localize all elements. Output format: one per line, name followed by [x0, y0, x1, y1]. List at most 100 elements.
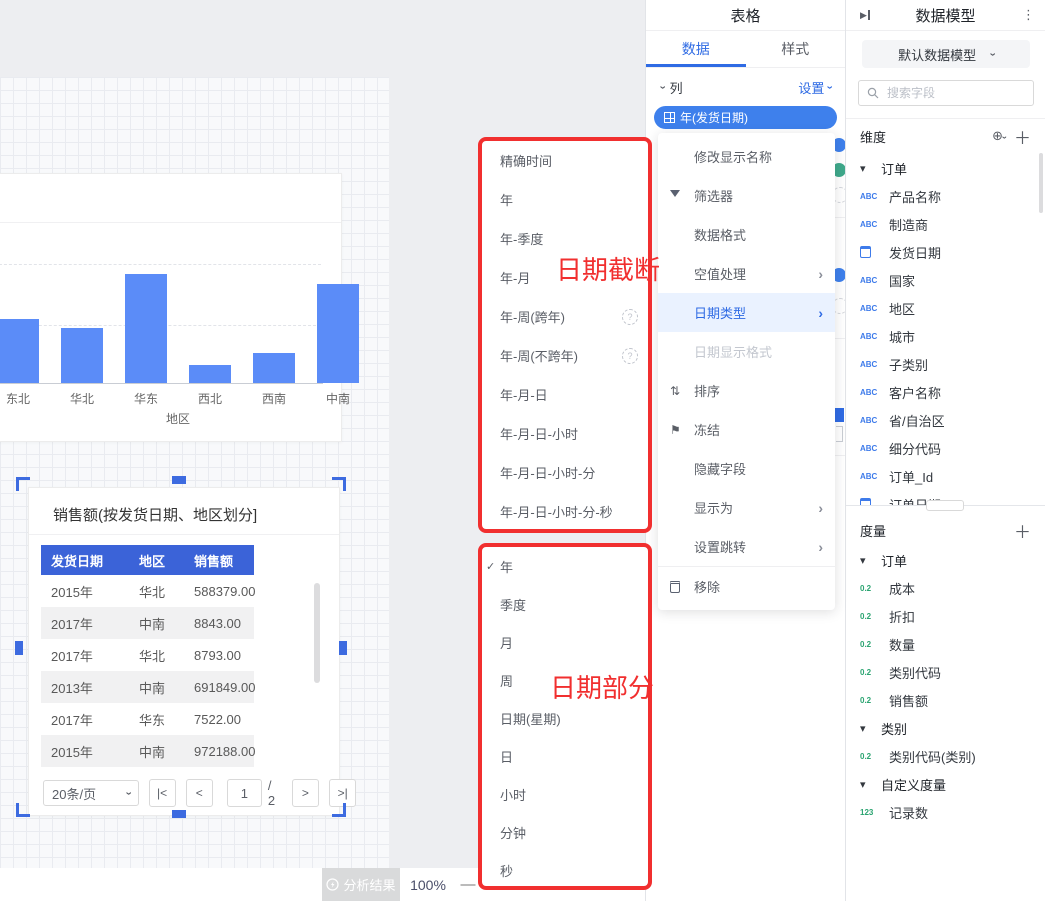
bar-华北[interactable] — [61, 328, 103, 383]
selection-handle-right[interactable] — [339, 641, 347, 655]
design-canvas[interactable]: 地区划分] 东北华北华东西北西南中南 地区 销售额(按发货日期、地区划分] 发货… — [0, 77, 389, 868]
bar-chart-widget[interactable]: 地区划分] 东北华北华东西北西南中南 地区 — [0, 173, 342, 442]
zoom-out-button[interactable]: — — [458, 868, 478, 901]
menu-item[interactable]: 隐藏字段 › — [658, 449, 835, 488]
globe-icon[interactable]: ⊕› — [992, 128, 1006, 144]
column-header[interactable]: 发货日期 — [41, 551, 129, 570]
table-widget[interactable]: 销售额(按发货日期、地区划分] 发货日期 地区 销售额 2015年 华北 588… — [28, 487, 340, 816]
measure-field[interactable]: 数量 — [846, 630, 1045, 658]
model-select[interactable]: 默认数据模型 › — [862, 40, 1030, 68]
dimension-field[interactable]: 客户名称 — [846, 378, 1045, 406]
menu-item[interactable]: 空值处理 › — [658, 254, 835, 293]
column-header[interactable]: 销售额 — [184, 551, 254, 570]
search-input[interactable] — [885, 85, 1009, 101]
dimension-field[interactable]: 订单_Id — [846, 462, 1045, 490]
measures-section-header: 度量 ＋ — [846, 518, 1045, 542]
menu-item[interactable]: 日期显示格式 › — [658, 332, 835, 371]
field-label: 城市 — [889, 327, 915, 346]
help-icon[interactable]: ? — [622, 348, 638, 364]
dimension-field[interactable]: 城市 — [846, 322, 1045, 350]
next-page-button[interactable]: > — [292, 779, 319, 807]
bar-西南[interactable] — [253, 353, 295, 383]
first-page-button[interactable]: |< — [149, 779, 176, 807]
help-icon[interactable]: ? — [622, 309, 638, 325]
measure-field[interactable]: 类别代码 — [846, 658, 1045, 686]
menu-item[interactable]: 修改显示名称 › — [658, 137, 835, 176]
column-header[interactable]: 地区 — [129, 551, 184, 570]
menu-item[interactable]: ✓ 月 — [482, 623, 648, 661]
chevron-down-icon[interactable]: › — [656, 85, 667, 89]
dimension-field[interactable]: 细分代码 — [846, 434, 1045, 462]
bar-中南[interactable] — [317, 284, 359, 383]
section-resize-handle[interactable] — [926, 500, 964, 511]
measure-field[interactable]: 自定义度量 — [846, 770, 1045, 798]
menu-item[interactable]: ✓ 季度 — [482, 585, 648, 623]
menu-item[interactable]: ✓ 年 — [482, 547, 648, 585]
menu-item[interactable]: 年-周(跨年) ? — [482, 297, 648, 336]
selection-handle-top[interactable] — [172, 476, 186, 484]
field-pill-year-shipdate[interactable]: 年(发货日期) — [654, 106, 837, 129]
menu-item[interactable]: 日期类型 › — [658, 293, 835, 332]
menu-item[interactable]: 排序 › — [658, 371, 835, 410]
table-row[interactable]: 2015年 中南 972188.00 — [41, 735, 254, 767]
measure-field[interactable]: 销售额 — [846, 686, 1045, 714]
menu-item[interactable]: 年-月-日-小时-分 ? — [482, 453, 648, 492]
table-row[interactable]: 2017年 华北 8793.00 — [41, 639, 254, 671]
table-row[interactable]: 2015年 华北 588379.00 — [41, 575, 254, 607]
tab-style[interactable]: 样式 — [746, 30, 846, 67]
selection-handle-left[interactable] — [15, 641, 23, 655]
field-search-box[interactable] — [858, 80, 1034, 106]
dimension-field[interactable]: 产品名称 — [846, 182, 1045, 210]
menu-item[interactable]: 年-月-日-小时-分-秒 ? — [482, 492, 648, 531]
measure-field[interactable]: 类别代码(类别) — [846, 742, 1045, 770]
dimension-field[interactable]: 制造商 — [846, 210, 1045, 238]
menu-item[interactable]: 年 ? — [482, 180, 648, 219]
table-row[interactable]: 2013年 中南 691849.00 — [41, 671, 254, 703]
tab-data[interactable]: 数据 — [646, 30, 746, 67]
analysis-result-button[interactable]: 分析结果 — [322, 868, 400, 901]
page-number-input[interactable]: 1 — [227, 779, 262, 807]
measure-field[interactable]: 成本 — [846, 574, 1045, 602]
field-pill-label: 年(发货日期) — [680, 109, 748, 126]
panel-scrollbar[interactable] — [1039, 153, 1043, 213]
menu-item[interactable]: ✓ 小时 — [482, 775, 648, 813]
dimension-field[interactable]: 订单 — [846, 154, 1045, 182]
menu-item[interactable]: 筛选器 › — [658, 176, 835, 215]
dimension-field[interactable]: 发货日期 — [846, 238, 1045, 266]
bar-西北[interactable] — [189, 365, 231, 383]
menu-item[interactable]: 年-月-日 ? — [482, 375, 648, 414]
bar-华东[interactable] — [125, 274, 167, 383]
prev-page-button[interactable]: < — [186, 779, 213, 807]
table-row[interactable]: 2017年 中南 8843.00 — [41, 607, 254, 639]
add-measure-button[interactable]: ＋ — [1014, 518, 1031, 543]
dimension-field[interactable]: 国家 — [846, 266, 1045, 294]
field-type-icon — [860, 220, 882, 229]
bar-东北[interactable] — [0, 319, 39, 383]
menu-item[interactable]: 移除 › — [658, 566, 835, 606]
table-row[interactable]: 2017年 华东 7522.00 — [41, 703, 254, 735]
measure-field[interactable]: 记录数 — [846, 798, 1045, 826]
menu-item[interactable]: 设置跳转 › — [658, 527, 835, 566]
table-scrollbar[interactable] — [314, 583, 320, 683]
last-page-button[interactable]: >| — [329, 779, 356, 807]
measure-field[interactable]: 订单 — [846, 546, 1045, 574]
settings-label: 设置 — [798, 78, 824, 97]
dimension-field[interactable]: 省/自治区 — [846, 406, 1045, 434]
menu-item[interactable]: ✓ 秒 — [482, 851, 648, 889]
measure-field[interactable]: 类别 — [846, 714, 1045, 742]
menu-item[interactable]: 冻结 › — [658, 410, 835, 449]
more-options-icon[interactable]: ⋮ — [1022, 7, 1035, 23]
column-settings-link[interactable]: 设置 › — [798, 78, 831, 97]
menu-item[interactable]: 数据格式 › — [658, 215, 835, 254]
menu-item[interactable]: ✓ 分钟 — [482, 813, 648, 851]
measure-field[interactable]: 折扣 — [846, 602, 1045, 630]
add-dimension-button[interactable]: ＋ — [1014, 124, 1031, 149]
dimension-field[interactable]: 地区 — [846, 294, 1045, 322]
menu-item[interactable]: 年-月-日-小时 ? — [482, 414, 648, 453]
menu-item[interactable]: 显示为 › — [658, 488, 835, 527]
menu-item[interactable]: 精确时间 ? — [482, 141, 648, 180]
dimension-field[interactable]: 子类别 — [846, 350, 1045, 378]
menu-item[interactable]: ✓ 日 — [482, 737, 648, 775]
page-size-select[interactable]: 20条/页 › — [43, 780, 139, 806]
menu-item[interactable]: 年-周(不跨年) ? — [482, 336, 648, 375]
